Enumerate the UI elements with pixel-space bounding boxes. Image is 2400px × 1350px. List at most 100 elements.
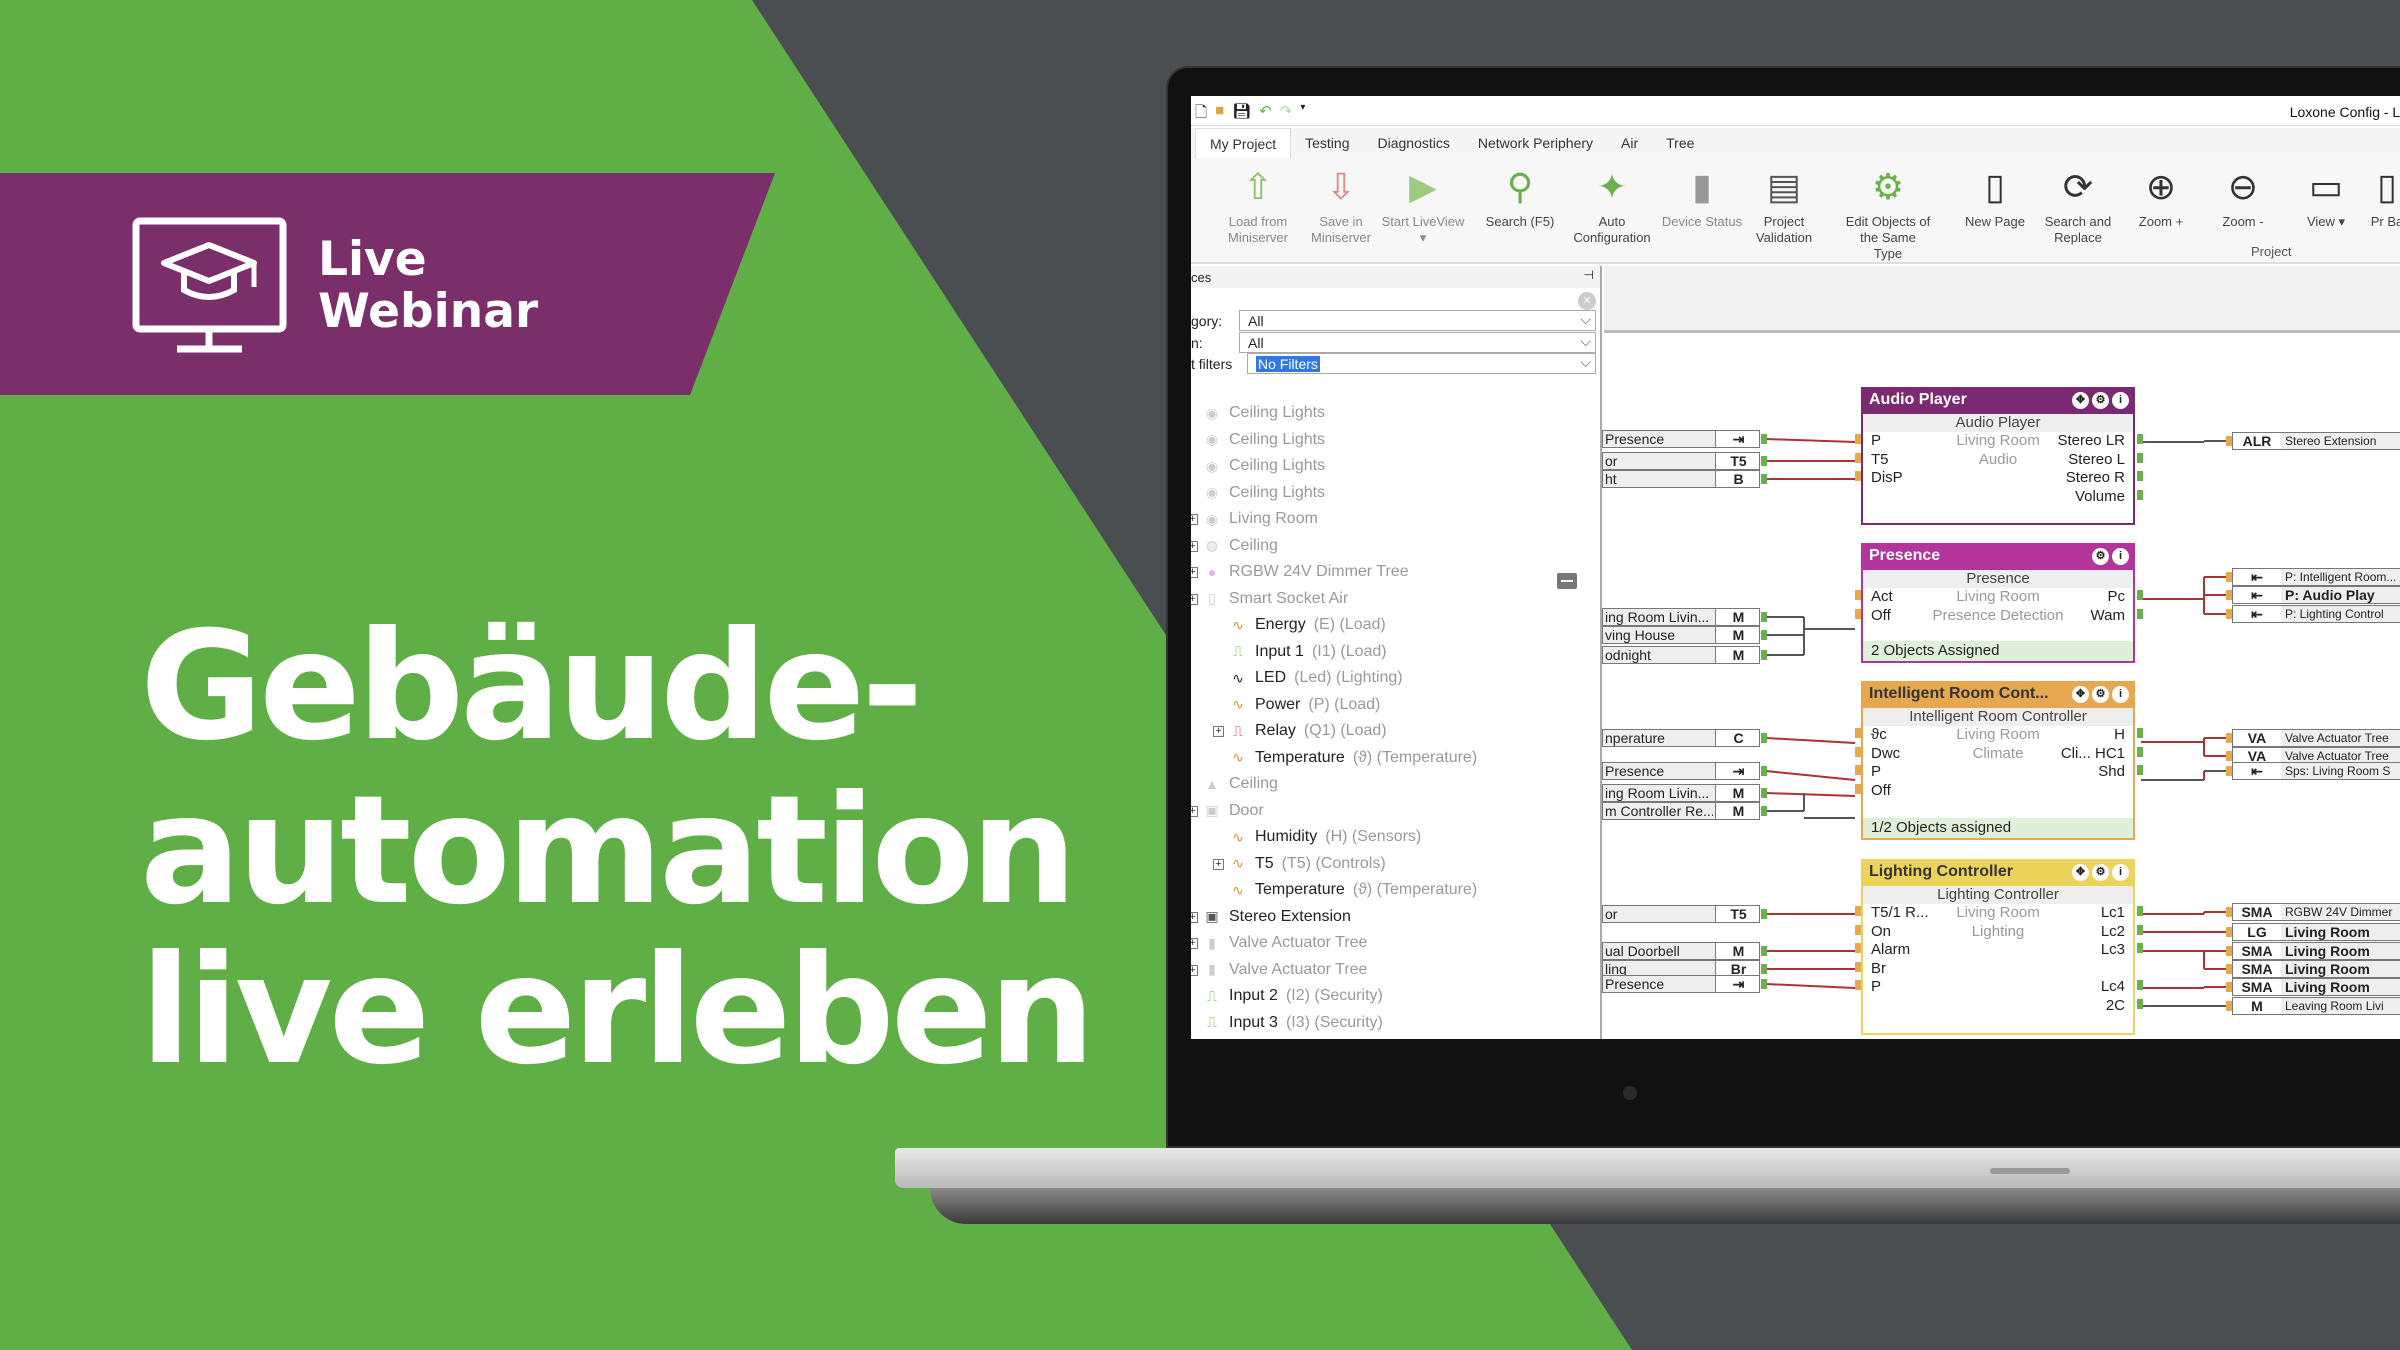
tree-item[interactable]: ▲ Ceiling — [1203, 771, 1278, 797]
ribbon-button-gear[interactable]: ⚙ Edit Objects of the Same Type — [1845, 164, 1931, 262]
open-folder-icon[interactable]: ■ — [1215, 102, 1224, 127]
redo-icon[interactable]: ↷ — [1280, 102, 1293, 127]
move-icon[interactable]: ✥ — [2072, 392, 2089, 409]
tree-item[interactable]: ▯ Smart Socket Air — [1203, 586, 1348, 612]
output-connector[interactable]: LG Living Room — [2232, 923, 2400, 941]
filter-dropdown[interactable]: No Filters ⌵ — [1247, 353, 1596, 374]
expand-icon[interactable]: + — [1213, 726, 1224, 737]
input-connector[interactable]: or T5 — [1602, 905, 1760, 923]
output-connector[interactable]: SMA Living Room — [2232, 942, 2400, 960]
output-connector[interactable]: ⇤ Sps: Living Room S — [2232, 762, 2400, 780]
input-port[interactable] — [1855, 471, 1861, 481]
customize-chevron-icon[interactable]: ▾ — [1300, 102, 1305, 127]
collapse-all-button[interactable] — [1557, 573, 1577, 589]
connector-port[interactable] — [1761, 733, 1767, 743]
input-connector[interactable]: Presence ⇥ — [1602, 762, 1760, 780]
connector-port[interactable] — [2226, 572, 2232, 582]
output-port[interactable] — [2137, 434, 2143, 444]
connector-port[interactable] — [2226, 1001, 2232, 1011]
filter-dropdown[interactable]: All ⌵ — [1239, 332, 1596, 353]
tab-testing[interactable]: Testing — [1291, 128, 1363, 158]
block-input[interactable]: Br — [1871, 960, 1886, 978]
ribbon-button-zoom-out[interactable]: ⊖ Zoom - — [2200, 164, 2286, 230]
output-connector[interactable]: SMA Living Room — [2232, 960, 2400, 978]
expand-icon[interactable]: + — [1191, 964, 1198, 976]
input-connector[interactable]: ht B — [1602, 470, 1760, 488]
tree-item[interactable]: ◉ Living Room — [1203, 506, 1318, 532]
connector-port[interactable] — [1761, 979, 1767, 989]
new-file-icon[interactable]: 🗋 — [1195, 102, 1207, 127]
output-port[interactable] — [2137, 471, 2143, 481]
connector-port[interactable] — [1761, 434, 1767, 444]
input-connector[interactable]: odnight M — [1602, 646, 1760, 664]
expand-icon[interactable]: + — [1191, 540, 1198, 552]
output-port[interactable] — [2137, 746, 2143, 757]
input-connector[interactable]: ving House M — [1602, 626, 1760, 644]
block-output[interactable]: Shd — [2098, 763, 2125, 781]
expand-icon[interactable]: + — [1213, 858, 1224, 870]
tree-item[interactable]: ⎍ Input 2 (I2) (Security) — [1203, 983, 1383, 1009]
ribbon-button-page[interactable]: ▯ New Page — [1952, 164, 2038, 230]
tree-item[interactable]: ∿ Energy (E) (Load) — [1229, 612, 1386, 638]
input-connector[interactable]: ual Doorbell M — [1602, 942, 1760, 960]
ribbon-button-download[interactable]: ⇩ Save in Miniserver — [1298, 164, 1384, 246]
input-port[interactable] — [1855, 608, 1861, 619]
block-input[interactable]: P — [1871, 978, 1881, 996]
output-port[interactable] — [2137, 765, 2143, 775]
block-output[interactable]: Volume — [2075, 488, 2125, 506]
block-input[interactable]: Alarm — [1871, 941, 1910, 959]
block-header[interactable]: Intelligent Room Cont... ✥ ⚙ i — [1863, 683, 2133, 708]
output-connector[interactable]: SMA Living Room — [2232, 978, 2400, 996]
tree-item[interactable]: ● RGBW 24V Dimmer Tree — [1203, 559, 1409, 585]
block-output[interactable]: 2C — [2106, 997, 2125, 1015]
connector-port[interactable] — [1761, 456, 1767, 466]
block-input[interactable]: Off — [1871, 782, 1891, 800]
tree-item[interactable]: ◉ Ceiling Lights — [1203, 400, 1325, 426]
connector-port[interactable] — [2226, 927, 2232, 937]
input-connector[interactable]: m Controller Re... M — [1602, 802, 1760, 820]
expand-icon[interactable]: + — [1191, 514, 1198, 525]
input-port[interactable] — [1855, 961, 1861, 972]
gear-icon[interactable]: ⚙ — [2092, 686, 2109, 703]
info-icon[interactable]: i — [2112, 864, 2129, 881]
block-output[interactable]: Lc3 — [2101, 941, 2125, 959]
block-input[interactable]: DisP — [1871, 469, 1903, 487]
output-connector[interactable]: ALR Stereo Extension — [2232, 432, 2400, 450]
connector-port[interactable] — [2226, 609, 2232, 619]
function-block[interactable]: Lighting Controller ✥ ⚙ i Lighting Controlle… — [1861, 859, 2135, 1035]
tree-item[interactable]: ⎍ Input 1 (I1) (Load) — [1229, 639, 1387, 665]
connector-port[interactable] — [1761, 806, 1767, 816]
output-connector[interactable]: SMA RGBW 24V Dimmer — [2232, 903, 2400, 921]
output-port[interactable] — [2137, 728, 2143, 738]
gear-icon[interactable]: ⚙ — [2092, 864, 2109, 881]
block-output[interactable]: Stereo R — [2066, 469, 2125, 487]
expand-icon[interactable]: + — [1191, 805, 1198, 817]
pin-icon[interactable]: ⊣ — [1584, 268, 1594, 282]
expand-icon[interactable]: + — [1191, 938, 1198, 949]
connector-port[interactable] — [1761, 650, 1767, 660]
ribbon-button-search-replace[interactable]: ⟳ Search and Replace — [2035, 164, 2121, 246]
filter-dropdown[interactable]: All ⌵ — [1239, 310, 1596, 331]
connector-port[interactable] — [2226, 982, 2232, 992]
connector-port[interactable] — [2226, 964, 2232, 974]
block-header[interactable]: Presence ⚙ i — [1863, 545, 2133, 570]
expand-icon[interactable]: + — [1191, 593, 1198, 605]
tree-item[interactable]: ▮ Valve Actuator Tree — [1203, 957, 1367, 983]
output-port[interactable] — [2137, 980, 2143, 990]
tree-item[interactable]: ▣ Door — [1203, 798, 1263, 824]
input-connector[interactable]: Presence ⇥ — [1602, 430, 1760, 448]
ribbon-button-validation[interactable]: ▤ Project Validation — [1741, 164, 1827, 246]
expand-icon[interactable]: + — [1191, 567, 1198, 578]
output-port[interactable] — [2137, 489, 2143, 500]
input-port[interactable] — [1855, 746, 1861, 757]
info-icon[interactable]: i — [2112, 686, 2129, 703]
connector-port[interactable] — [1761, 964, 1767, 974]
tab-network-periphery[interactable]: Network Periphery — [1464, 128, 1607, 158]
output-port[interactable] — [2137, 924, 2143, 935]
tree-item[interactable]: ▮ Valve Actuator Tree — [1203, 930, 1367, 956]
info-icon[interactable]: i — [2112, 548, 2129, 565]
tab-air[interactable]: Air — [1607, 128, 1652, 158]
output-port[interactable] — [2137, 998, 2143, 1009]
input-connector[interactable]: ing Room Livin... M — [1602, 784, 1760, 802]
ribbon-button-magic-wand[interactable]: ✦ Auto Configuration — [1569, 164, 1655, 246]
